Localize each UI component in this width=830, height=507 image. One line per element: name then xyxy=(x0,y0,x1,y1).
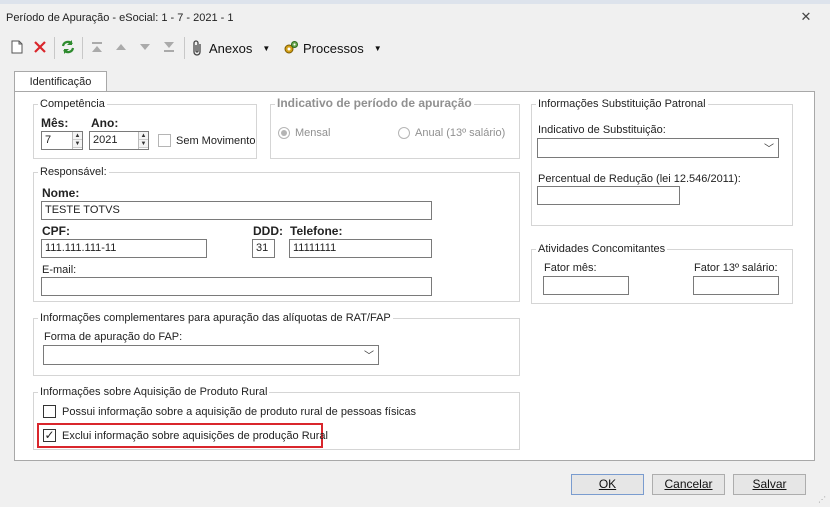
resize-grip-icon[interactable]: ⋰ xyxy=(818,495,828,505)
nome-field[interactable]: TESTE TOTVS xyxy=(41,201,432,220)
cpf-label: CPF: xyxy=(42,224,70,238)
fator-mes-label: Fator mês: xyxy=(544,262,597,274)
ok-button[interactable]: OK xyxy=(571,474,644,495)
fator-13-field[interactable] xyxy=(693,276,779,295)
forma-apuracao-select[interactable]: ﹀ xyxy=(43,345,379,365)
produto-rural-legend: Informações sobre Aquisição de Produto R… xyxy=(38,386,270,398)
close-icon[interactable]: ✕ xyxy=(799,10,813,24)
atividades-legend: Atividades Concomitantes xyxy=(536,243,668,255)
chevron-down-icon: ▼ xyxy=(262,43,271,53)
next-record-icon[interactable] xyxy=(136,37,154,57)
nome-label: Nome: xyxy=(42,186,80,200)
chevron-down-icon: ▼ xyxy=(373,43,382,53)
indicativo-substituicao-label: Indicativo de Substituição: xyxy=(538,124,666,136)
mes-stepper[interactable]: 7 ▲ ▼ xyxy=(41,131,83,150)
telefone-label: Telefone: xyxy=(290,224,343,238)
first-record-icon[interactable] xyxy=(88,37,106,57)
exclui-informacao-label: Exclui informação sobre aquisições de pr… xyxy=(62,430,328,442)
percentual-reducao-label: Percentual de Redução (lei 12.546/2011): xyxy=(538,173,741,185)
mensal-label: Mensal xyxy=(295,127,331,139)
competencia-legend: Competência xyxy=(38,98,107,110)
toolbar-separator xyxy=(184,37,185,59)
rat-fap-legend: Informações complementares para apuração… xyxy=(38,312,393,324)
fator-mes-field[interactable] xyxy=(543,276,629,295)
substituicao-group xyxy=(531,104,793,226)
cpf-field[interactable]: 111.111.111-11 xyxy=(41,239,207,258)
delete-icon[interactable] xyxy=(31,37,49,57)
fator-13-label: Fator 13º salário: xyxy=(694,262,778,274)
processos-menu[interactable]: Processos ▼ xyxy=(283,38,382,58)
new-document-icon[interactable] xyxy=(8,37,26,57)
ddd-label: DDD: xyxy=(253,224,283,238)
ano-spin-buttons[interactable]: ▲ ▼ xyxy=(138,132,148,149)
responsavel-legend: Responsável: xyxy=(38,166,109,178)
processos-label: Processos xyxy=(303,40,364,56)
chevron-down-icon: ﹀ xyxy=(764,144,774,155)
paperclip-icon xyxy=(193,40,201,56)
anexos-label: Anexos xyxy=(209,40,253,56)
mes-spin-buttons[interactable]: ▲ ▼ xyxy=(72,132,82,149)
tab-identificacao[interactable]: Identificação xyxy=(14,71,107,92)
window-title: Período de Apuração - eSocial: 1 - 7 - 2… xyxy=(6,12,234,24)
percentual-reducao-field[interactable] xyxy=(537,186,680,205)
ano-stepper[interactable]: 2021 ▲ ▼ xyxy=(89,131,149,150)
mes-value: 7 xyxy=(45,134,52,146)
ano-label: Ano: xyxy=(91,116,119,130)
email-label: E-mail: xyxy=(42,264,77,276)
previous-record-icon[interactable] xyxy=(112,37,130,57)
chevron-down-icon: ﹀ xyxy=(364,351,374,362)
mes-label: Mês: xyxy=(41,116,69,130)
sem-movimento-checkbox[interactable] xyxy=(158,134,171,147)
email-field[interactable] xyxy=(41,277,432,296)
indicativo-substituicao-select[interactable]: ﹀ xyxy=(537,138,779,158)
last-record-icon[interactable] xyxy=(160,37,178,57)
ano-value: 2021 xyxy=(93,134,118,146)
sem-movimento-label: Sem Movimento xyxy=(176,135,256,147)
mensal-radio[interactable] xyxy=(278,127,290,139)
substituicao-legend: Informações Substituição Patronal xyxy=(536,98,708,110)
anual-label: Anual (13º salário) xyxy=(415,127,506,139)
anual-radio[interactable] xyxy=(398,127,410,139)
anexos-menu[interactable]: Anexos ▼ xyxy=(191,38,270,58)
telefone-field[interactable]: 11111111 xyxy=(289,239,432,258)
toolbar-separator xyxy=(82,37,83,59)
possui-informacao-checkbox[interactable] xyxy=(43,405,56,418)
exclui-informacao-checkbox[interactable]: ✓ xyxy=(43,429,56,442)
tab-panel: Competência Mês: 7 ▲ ▼ Ano: 2021 ▲ ▼ Sem M… xyxy=(14,91,815,461)
forma-apuracao-label: Forma de apuração do FAP: xyxy=(44,331,183,343)
ddd-field[interactable]: 31 xyxy=(252,239,275,258)
gears-icon xyxy=(284,41,298,54)
indicativo-periodo-legend: Indicativo de período de apuração xyxy=(275,96,474,110)
salvar-button[interactable]: Salvar xyxy=(733,474,806,495)
toolbar-separator xyxy=(54,37,55,59)
refresh-icon[interactable] xyxy=(59,37,77,57)
cancelar-button[interactable]: Cancelar xyxy=(652,474,725,495)
possui-informacao-label: Possui informação sobre a aquisição de p… xyxy=(62,406,417,418)
top-strip xyxy=(0,0,830,4)
